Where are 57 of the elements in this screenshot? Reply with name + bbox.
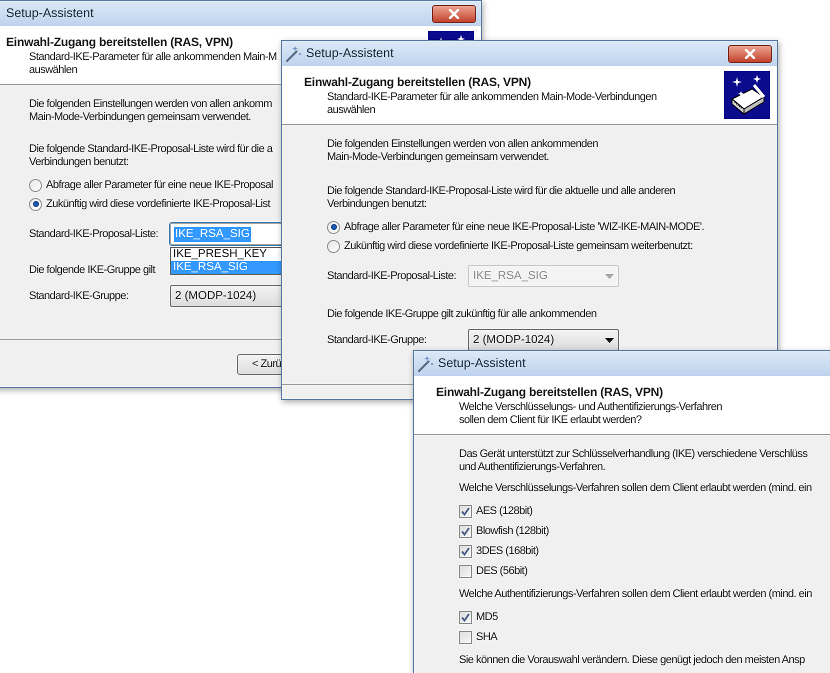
checkbox[interactable] (459, 611, 472, 624)
option-label: DES (56bit) (476, 565, 528, 578)
instruction-text: Die folgende IKE-Gruppe gilt (29, 264, 156, 277)
option-label: Blowfish (128bit) (476, 525, 549, 538)
field-label: Standard-IKE-Gruppe: (327, 334, 428, 346)
window-title: Setup-Assistent (438, 355, 526, 372)
checkbox[interactable] (459, 565, 472, 578)
checkbox[interactable] (459, 505, 472, 518)
check-icon (461, 527, 470, 536)
window-title: Setup-Assistent (306, 45, 394, 62)
option-label: MD5 (476, 611, 498, 624)
checkbox[interactable] (459, 631, 472, 644)
checkbox[interactable] (459, 525, 472, 538)
page-heading: Einwahl-Zugang bereitstellen (RAS, VPN) (435, 385, 664, 400)
close-icon (744, 48, 756, 58)
wand-icon (285, 44, 303, 62)
instruction-text: Die folgenden Einstellungen werden von allen ankommenden Main-Mode-Verbindungen gemeinsam verwendet. (327, 138, 598, 164)
radio-button[interactable] (327, 220, 340, 234)
instruction-text: Die folgende IKE-Gruppe gilt zukünftig für alle ankommenden (327, 308, 597, 321)
close-button[interactable] (432, 4, 476, 22)
option-label: 3DES (168bit) (476, 545, 539, 558)
instruction-text: Die folgende Standard-IKE-Proposal-Liste wird für die a Verbindungen benutzt: (29, 143, 272, 169)
instruction-text: Das Gerät unterstützt zur Schlüsselverhandlung (IKE) verschiedene Verschlüss und Authentifizierungs-Verfahren. (459, 448, 808, 474)
page-heading: Einwahl-Zugang bereitstellen (RAS, VPN) (5, 35, 234, 50)
option-label: Zukünftig wird diese vordefinierte IKE-Proposal-Liste gemeinsam weiterbenutzt: (344, 240, 693, 252)
check-icon (461, 507, 470, 516)
radio-button[interactable] (327, 240, 340, 252)
option-label: Abfrage aller Parameter für eine neue IKE-Proposal-Liste 'WIZ-IKE-MAIN-MODE'. (344, 220, 704, 234)
option-label: SHA (476, 631, 498, 644)
instruction-text: Welche Authentifizierungs-Verfahren sollen dem Client erlaubt werden (mind. ein (459, 588, 812, 601)
instruction-text: Die folgenden Einstellungen werden von allen ankomm Main-Mode-Verbindungen gemeinsam verwendet. (29, 98, 272, 124)
wand-icon (417, 354, 435, 372)
close-icon (448, 8, 460, 18)
device-icon (724, 71, 770, 119)
radio-button[interactable] (29, 178, 42, 192)
instruction-text: Die folgende Standard-IKE-Proposal-Liste wird für die aktuelle und alle anderen Verbindungen benutzt: (327, 185, 676, 211)
option-label: AES (128bit) (476, 505, 532, 518)
page-subheading: Standard-IKE-Parameter für alle ankommenden Main-Mode-Verbindungen auswählen (327, 91, 657, 117)
caret-icon (605, 274, 614, 278)
field-label: Standard-IKE-Gruppe: (29, 290, 130, 302)
radio-button[interactable] (29, 198, 42, 210)
check-icon (461, 613, 470, 622)
dropdown-field[interactable]: 2 (MODP-1024) (468, 329, 619, 351)
field-label: Standard-IKE-Proposal-Liste: (29, 228, 160, 240)
close-button[interactable] (728, 44, 772, 62)
check-icon (461, 547, 470, 556)
caret-icon (605, 338, 614, 342)
instruction-text: Sie können die Vorauswahl verändern. Diese genügt jedoch den meisten Ansp (459, 654, 805, 667)
option-label: Abfrage aller Parameter für eine neue IKE-Proposal (46, 178, 273, 192)
page-subheading: Standard-IKE-Parameter für alle ankommenden Main-M auswählen (29, 51, 277, 77)
checkbox[interactable] (459, 545, 472, 558)
window-title: Setup-Assistent (6, 5, 94, 22)
option-label: Zukünftig wird diese vordefinierte IKE-Proposal-List (46, 198, 270, 210)
instruction-text: Welche Verschlüsselungs-Verfahren sollen dem Client erlaubt werden (mind. ein (459, 482, 812, 495)
field-label: Standard-IKE-Proposal-Liste: (327, 270, 458, 282)
page-heading: Einwahl-Zugang bereitstellen (RAS, VPN) (303, 75, 532, 90)
page-subheading: Welche Verschlüsselungs- und Authentifizierungs-Verfahren sollen dem Client für IKE erlaubt werden? (459, 401, 722, 427)
